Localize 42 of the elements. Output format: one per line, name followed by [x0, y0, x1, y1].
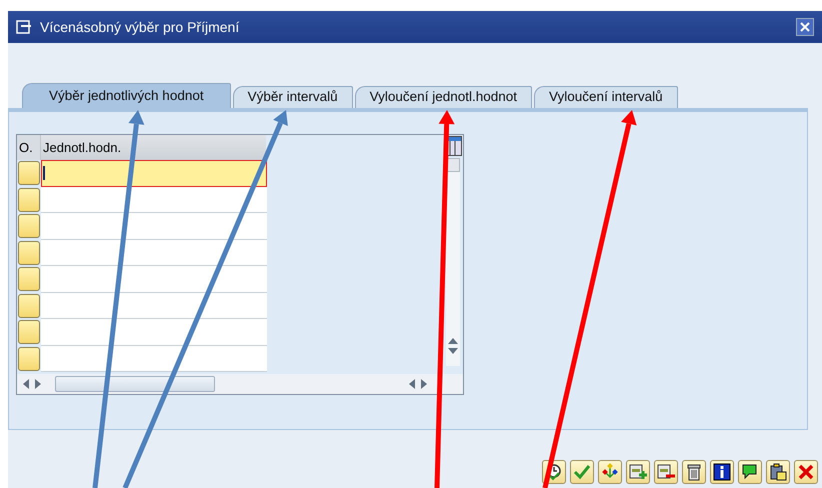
input-field[interactable] — [41, 160, 267, 186]
row-selector[interactable] — [18, 240, 40, 264]
row-selector[interactable] — [18, 267, 40, 291]
row-selector[interactable] — [18, 161, 40, 185]
row-selector[interactable] — [18, 294, 40, 318]
toolbar-button[interactable] — [682, 460, 706, 484]
column-header: Jednotl.hodn. — [40, 135, 266, 160]
row-selector[interactable] — [18, 320, 40, 344]
toolbar-button[interactable] — [654, 460, 678, 484]
toolbar-button[interactable] — [766, 460, 790, 484]
text-cursor — [43, 166, 45, 180]
toolbar-button[interactable] — [710, 460, 734, 484]
close-button[interactable] — [796, 18, 814, 36]
tab[interactable]: Vyloučení jednotl.hodnot — [354, 86, 532, 108]
diamond-tree-icon — [601, 463, 619, 481]
toolbar-button[interactable] — [738, 460, 762, 484]
window-icon — [16, 20, 32, 34]
row-selector[interactable] — [18, 188, 40, 212]
close-icon — [800, 22, 810, 32]
toolbar-button[interactable] — [626, 460, 650, 484]
column-header: O. — [17, 135, 40, 160]
row-selector[interactable] — [18, 214, 40, 238]
toolbar-button[interactable] — [598, 460, 622, 484]
speech-bubble-icon — [741, 463, 759, 481]
trash-icon — [685, 463, 703, 481]
close-icon — [797, 463, 815, 481]
scroll-right-icon — [35, 379, 41, 389]
scroll-left-icon — [23, 379, 29, 389]
window-title: Vícenásobný výběr pro Příjmení — [40, 18, 240, 37]
tab[interactable]: Výběr intervalů — [232, 86, 353, 108]
row-selector[interactable] — [18, 346, 40, 370]
checkmark-icon — [573, 463, 591, 481]
scroll-up-icon — [448, 338, 458, 344]
scroll-down-icon — [448, 348, 458, 354]
add-row-icon — [629, 463, 647, 481]
tab[interactable]: Výběr jednotlivých hodnot — [22, 83, 231, 108]
scroll-right-icon — [421, 379, 427, 389]
remove-row-icon — [657, 463, 675, 481]
info-icon — [713, 463, 731, 481]
scroll-left-icon — [409, 379, 415, 389]
clipboard-icon — [769, 463, 787, 481]
tab[interactable]: Vyloučení intervalů — [534, 86, 678, 108]
